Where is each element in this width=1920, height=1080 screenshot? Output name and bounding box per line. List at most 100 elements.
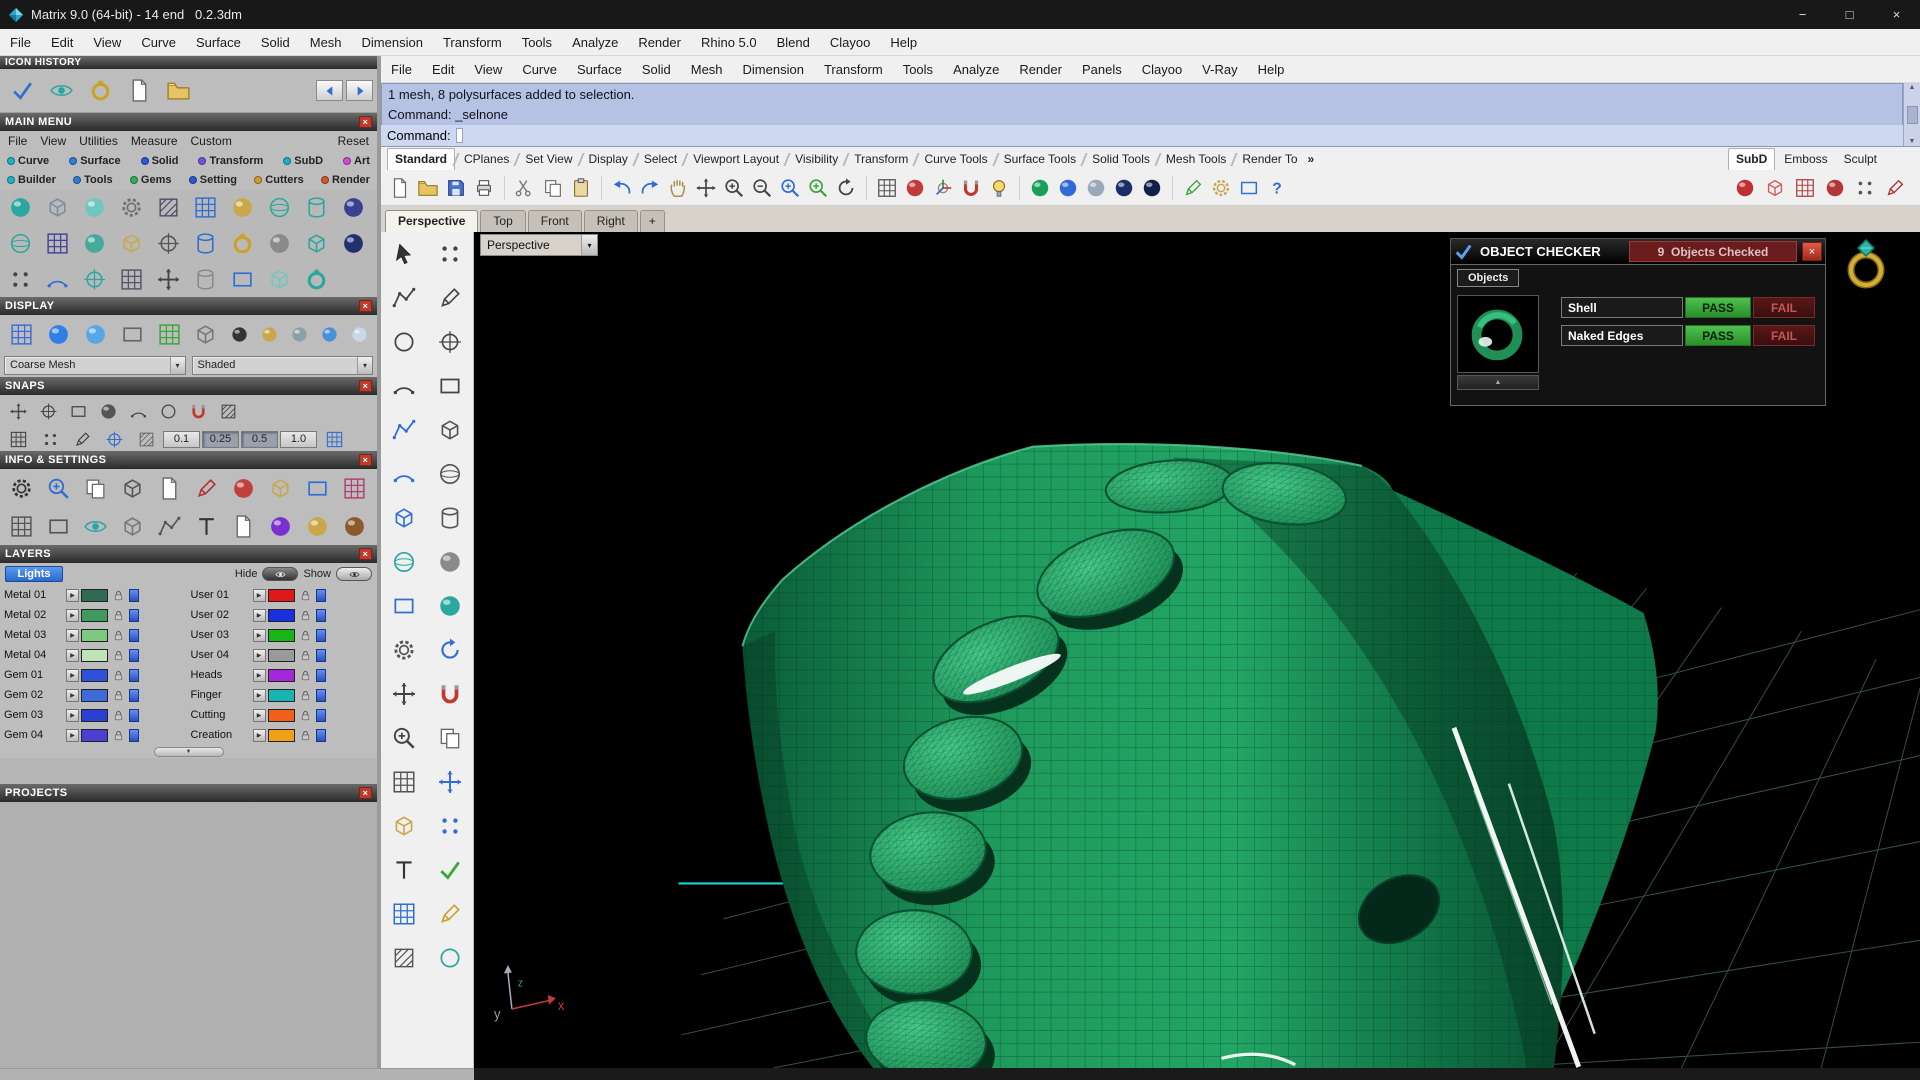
ruby-icon[interactable] (901, 174, 929, 202)
rhino-menu-edit[interactable]: Edit (422, 56, 464, 82)
layer-expand-button[interactable]: ▶ (66, 648, 79, 662)
layer-lock-icon[interactable] (297, 728, 314, 742)
circle-tool-icon[interactable] (427, 936, 473, 980)
arc-tool-icon[interactable] (381, 452, 427, 496)
layer-lock-icon[interactable] (110, 588, 127, 602)
orb-tool-icon[interactable] (77, 317, 114, 351)
main-menu-file[interactable]: File (8, 134, 27, 148)
chevron-down-icon[interactable]: ▾ (581, 235, 597, 255)
dots-tool-icon[interactable] (2, 262, 39, 296)
layer-lock-icon[interactable] (110, 728, 127, 742)
matrix-menu-transform[interactable]: Transform (433, 29, 512, 55)
target-tool-icon[interactable] (76, 262, 113, 296)
layer-current-indicator[interactable] (315, 588, 326, 602)
cube-tool-icon[interactable] (381, 804, 427, 848)
ring-tool-icon[interactable] (298, 262, 335, 296)
zoom-extents-icon[interactable] (804, 174, 832, 202)
layer-lock-icon[interactable] (297, 648, 314, 662)
orb-tool-icon[interactable] (427, 540, 473, 584)
toolbar-tab-solid-tools[interactable]: Solid Tools (1085, 149, 1157, 170)
vray-icon[interactable] (1731, 174, 1759, 202)
scroll-down-icon[interactable]: ▼ (1909, 138, 1916, 145)
snap-increment-0-5[interactable]: 0.5 (241, 430, 278, 448)
history-eye-icon[interactable] (43, 74, 80, 108)
panel-header-icon-history[interactable]: ICON HISTORY (0, 56, 377, 69)
chevron-down-icon[interactable]: ▾ (357, 356, 372, 374)
layer-lock-icon[interactable] (297, 668, 314, 682)
hide-toggle[interactable] (262, 567, 299, 581)
pencil-tool-icon[interactable] (188, 471, 225, 505)
ring-tool-icon[interactable] (224, 226, 261, 260)
category-render[interactable]: Render (321, 174, 370, 186)
objects-tab[interactable]: Objects (1457, 269, 1520, 287)
viewport-tab-perspective[interactable]: Perspective (385, 210, 479, 232)
layer-color-swatch[interactable] (81, 628, 108, 642)
main-menu-reset[interactable]: Reset (338, 134, 369, 148)
print-icon[interactable] (470, 174, 498, 202)
panel-header-info-settings[interactable]: INFO & SETTINGS × (0, 451, 377, 469)
hatch-tool-icon[interactable] (381, 936, 427, 980)
vray-frame-icon[interactable] (1791, 174, 1819, 202)
matrix-menu-clayoo[interactable]: Clayoo (820, 29, 880, 55)
layer-row-metal-01[interactable]: Metal 01 ▶ (2, 585, 189, 605)
rect-tool-icon[interactable] (381, 584, 427, 628)
history-check-icon[interactable] (4, 74, 41, 108)
undo-icon[interactable] (608, 174, 636, 202)
layer-expand-button[interactable]: ▶ (252, 688, 266, 702)
layer-current-indicator[interactable] (129, 588, 139, 602)
arc-tool-icon[interactable] (123, 398, 153, 424)
toolbar-tab-curve-tools[interactable]: Curve Tools (917, 149, 994, 170)
command-history[interactable]: 1 mesh, 8 polysurfaces added to selectio… (381, 83, 1903, 125)
layer-current-indicator[interactable] (315, 628, 326, 642)
orb-tool-icon[interactable] (254, 321, 284, 347)
history-back-button[interactable] (316, 80, 343, 101)
orb-tool-icon[interactable] (344, 321, 374, 347)
rhino-menu-mesh[interactable]: Mesh (681, 56, 733, 82)
layer-current-indicator[interactable] (315, 708, 326, 722)
rhino-menu-view[interactable]: View (464, 56, 512, 82)
layer-row-metal-02[interactable]: Metal 02 ▶ (2, 605, 189, 625)
hatch-tool-icon[interactable] (150, 190, 187, 224)
orb-tool-icon[interactable] (335, 190, 372, 224)
layer-color-swatch[interactable] (267, 728, 295, 742)
rhino-menu-surface[interactable]: Surface (567, 56, 632, 82)
layer-color-swatch[interactable] (81, 648, 108, 662)
copy-icon[interactable] (539, 174, 567, 202)
panel-header-main-menu[interactable]: MAIN MENU × (0, 113, 377, 131)
gold-gear-icon[interactable] (1207, 174, 1235, 202)
rhino-menu-dimension[interactable]: Dimension (733, 56, 814, 82)
layer-row-gem-01[interactable]: Gem 01 ▶ (2, 665, 189, 685)
zoom-in-icon[interactable] (720, 174, 748, 202)
check-pass-button[interactable]: PASS (1685, 297, 1751, 318)
open-file-icon[interactable] (414, 174, 442, 202)
layer-color-swatch[interactable] (267, 588, 295, 602)
grid-snap-icon[interactable] (3, 426, 33, 452)
magnet-tool-icon[interactable] (427, 672, 473, 716)
dots-tool-icon[interactable] (427, 804, 473, 848)
category-gems[interactable]: Gems (129, 174, 172, 186)
layer-color-swatch[interactable] (267, 608, 295, 622)
vray-sphere-icon[interactable] (1821, 174, 1849, 202)
toolbar-tab-display[interactable]: Display (582, 149, 635, 170)
paste-icon[interactable] (567, 174, 595, 202)
layer-row-user-03[interactable]: User 03 ▶ (189, 625, 376, 645)
maximize-button[interactable]: □ (1826, 0, 1873, 29)
toolbar-tab-transform[interactable]: Transform (847, 149, 915, 170)
layer-lock-icon[interactable] (297, 588, 314, 602)
layer-color-swatch[interactable] (81, 728, 108, 742)
layer-current-indicator[interactable] (129, 608, 139, 622)
gear-tool-icon[interactable] (3, 471, 40, 505)
orb-tool-icon[interactable] (262, 509, 299, 543)
panel-close-icon[interactable]: × (359, 454, 372, 466)
cyl-tool-icon[interactable] (427, 496, 473, 540)
rect-tool-icon[interactable] (224, 262, 261, 296)
orb-tool-icon[interactable] (299, 509, 336, 543)
polyline-tool-icon[interactable] (381, 276, 427, 320)
layer-row-metal-03[interactable]: Metal 03 ▶ (2, 625, 189, 645)
grid-tool-icon[interactable] (336, 471, 373, 505)
rect-tool-icon[interactable] (63, 398, 93, 424)
collapse-button[interactable]: ▼ (153, 746, 224, 757)
circle-tool-icon[interactable] (381, 320, 427, 364)
layer-row-creation[interactable]: Creation ▶ (189, 725, 376, 745)
layer-row-metal-04[interactable]: Metal 04 ▶ (2, 645, 189, 665)
